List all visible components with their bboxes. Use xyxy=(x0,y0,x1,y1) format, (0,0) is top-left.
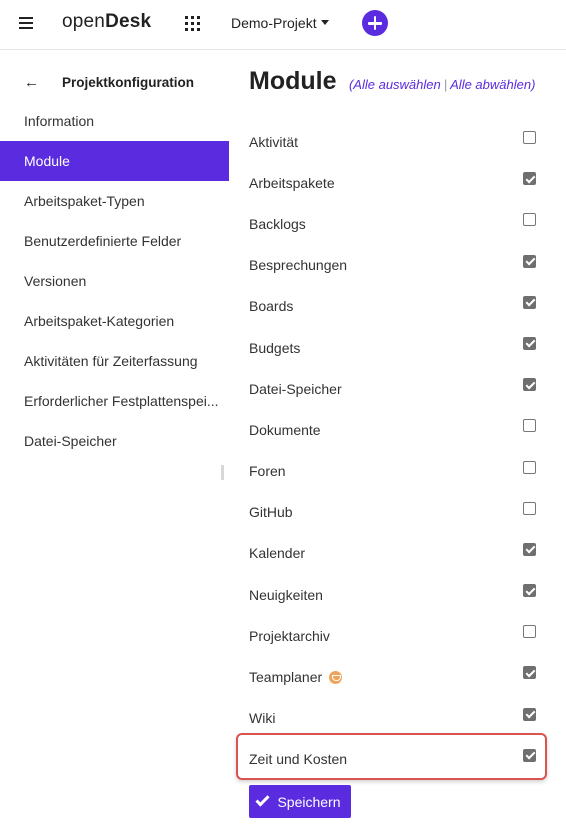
save-label: Speichern xyxy=(277,793,341,810)
module-row-dokumente: Dokumente xyxy=(249,409,549,450)
checkmark-icon xyxy=(255,792,271,807)
module-label: Projektarchiv xyxy=(249,627,330,644)
module-checkbox[interactable] xyxy=(523,501,536,515)
title-row: Module (Alle auswählen | Alle abwählen) xyxy=(249,67,535,96)
sidebar-menu: Information Module Arbeitspaket-Typen Be… xyxy=(0,101,229,461)
module-checkbox[interactable] xyxy=(523,378,536,392)
module-checkbox[interactable] xyxy=(523,254,536,268)
module-label: Besprechungen xyxy=(249,257,348,274)
opendesk-logo[interactable]: openDesk xyxy=(62,11,151,33)
module-row-github: GitHub xyxy=(249,492,549,533)
module-label: Dokumente xyxy=(249,421,321,438)
module-row-projektarchiv: Projektarchiv xyxy=(249,615,549,656)
module-row-foren: Foren xyxy=(249,451,549,492)
module-checkbox[interactable] xyxy=(523,295,536,309)
deselect-all-link[interactable]: Alle abwählen xyxy=(450,77,531,92)
module-row-boards: Boards xyxy=(249,286,549,327)
top-header: openDesk Demo-Projekt xyxy=(0,0,566,50)
enterprise-icon xyxy=(329,670,343,684)
toggle-all-links: (Alle auswählen | Alle abwählen) xyxy=(349,77,535,92)
module-label: Teamplaner xyxy=(249,669,323,686)
module-label: GitHub xyxy=(249,504,293,521)
module-checkbox[interactable] xyxy=(523,542,536,556)
sidebar-item-aktivitaeten-zeiterfassung[interactable]: Aktivitäten für Zeiterfassung xyxy=(0,341,229,381)
module-row-besprechungen: Besprechungen xyxy=(249,245,549,286)
module-checkbox[interactable] xyxy=(523,172,536,186)
module-checkbox[interactable] xyxy=(523,460,536,474)
logo-text-bold: Desk xyxy=(105,11,152,32)
close-paren: ) xyxy=(531,77,536,92)
sidebar-item-module[interactable]: Module xyxy=(0,141,229,181)
sidebar-item-festplattenspeicher[interactable]: Erforderlicher Festplattenspei... xyxy=(0,381,229,421)
module-checkbox[interactable] xyxy=(523,666,536,680)
arrow-left-icon[interactable]: ← xyxy=(24,75,39,91)
module-checkbox[interactable] xyxy=(523,707,536,721)
sidebar-item-arbeitspaket-kategorien[interactable]: Arbeitspaket-Kategorien xyxy=(0,301,229,341)
grid-icon[interactable] xyxy=(185,16,200,31)
module-label: Wiki xyxy=(249,710,276,727)
caret-down-icon xyxy=(320,19,329,25)
save-button[interactable]: Speichern xyxy=(249,785,351,818)
sidebar-item-arbeitspaket-typen[interactable]: Arbeitspaket-Typen xyxy=(0,181,229,221)
sidebar-item-versionen[interactable]: Versionen xyxy=(0,261,229,301)
module-checkbox[interactable] xyxy=(523,213,536,227)
module-label: Arbeitspakete xyxy=(249,174,335,191)
module-checkbox[interactable] xyxy=(523,625,536,639)
module-checkbox[interactable] xyxy=(523,336,536,350)
module-checkbox[interactable] xyxy=(523,748,536,762)
module-row-neuigkeiten: Neuigkeiten xyxy=(249,574,549,615)
module-checkbox[interactable] xyxy=(523,419,536,433)
sidebar-title: Projektkonfiguration xyxy=(62,75,195,90)
module-label: Neuigkeiten xyxy=(249,586,323,603)
sidebar-header: ← Projektkonfiguration xyxy=(0,73,229,93)
module-row-teamplaner: Teamplaner xyxy=(249,656,549,697)
module-row-kalender: Kalender xyxy=(249,533,549,574)
sidebar-item-information[interactable]: Information xyxy=(0,101,229,141)
module-label: Aktivität xyxy=(249,133,299,150)
module-label: Datei-Speicher xyxy=(249,380,342,397)
module-row-budgets: Budgets xyxy=(249,327,549,368)
project-name: Demo-Projekt xyxy=(231,15,317,31)
module-label-wrap: Teamplaner xyxy=(249,669,343,686)
module-label: Zeit und Kosten xyxy=(249,751,348,768)
module-row-datei-speicher: Datei-Speicher xyxy=(249,368,549,409)
page-title: Module xyxy=(249,67,337,95)
module-label: Foren xyxy=(249,463,286,480)
link-separator: | xyxy=(443,77,448,92)
module-row-backlogs: Backlogs xyxy=(249,203,549,244)
module-list: Aktivität Arbeitspakete Backlogs Besprec… xyxy=(249,121,549,780)
module-label: Kalender xyxy=(249,545,306,562)
module-row-zeit-und-kosten: Zeit und Kosten xyxy=(249,739,549,780)
sidebar-item-benutzerdefinierte-felder[interactable]: Benutzerdefinierte Felder xyxy=(0,221,229,261)
module-label: Backlogs xyxy=(249,215,306,232)
select-all-link[interactable]: Alle auswählen xyxy=(353,77,440,92)
hamburger-icon[interactable] xyxy=(19,17,33,29)
module-label: Budgets xyxy=(249,339,301,356)
module-row-arbeitspakete: Arbeitspakete xyxy=(249,162,549,203)
module-row-wiki: Wiki xyxy=(249,698,549,739)
module-checkbox[interactable] xyxy=(523,131,536,144)
project-selector[interactable]: Demo-Projekt xyxy=(231,15,329,31)
module-label: Boards xyxy=(249,298,294,315)
logo-text-light: open xyxy=(62,11,106,32)
module-checkbox[interactable] xyxy=(523,584,536,598)
sidebar-resize-handle[interactable] xyxy=(221,465,224,480)
plus-icon[interactable] xyxy=(362,10,388,36)
sidebar-item-datei-speicher[interactable]: Datei-Speicher xyxy=(0,421,229,461)
module-row-aktivitaet: Aktivität xyxy=(249,121,549,162)
